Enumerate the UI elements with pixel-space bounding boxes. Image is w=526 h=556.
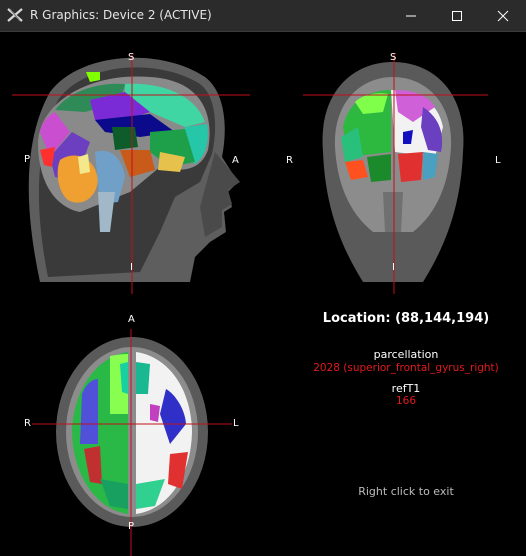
maximize-icon [452,11,462,21]
window-title: R Graphics: Device 2 (ACTIVE) [30,8,212,22]
parcellation-label: parcellation [373,348,439,361]
minimize-button[interactable] [388,0,434,32]
coronal-label-left: L [495,155,501,166]
minimize-icon [406,15,416,17]
coronal-view[interactable] [263,32,526,294]
window-titlebar: R Graphics: Device 2 (ACTIVE) [0,0,526,32]
r-graphics-icon [7,8,23,22]
sagittal-view[interactable] [0,32,263,294]
close-icon [497,10,509,22]
sagittal-label-superior: S [128,52,135,63]
parcellation-value: 2028 (superior_frontal_gyrus_right) [313,362,499,374]
reft1-value: 166 [395,395,417,407]
axial-label-right: R [24,418,31,429]
axial-label-left: L [233,418,239,429]
sagittal-label-anterior: A [232,155,239,166]
coronal-label-right: R [286,155,293,166]
axial-label-anterior: A [128,314,135,325]
graphics-canvas[interactable]: S I P A S I R L A P R L Location: (88,14… [0,32,526,556]
coronal-label-superior: S [390,52,397,63]
axial-view[interactable] [0,294,263,556]
coronal-label-inferior: I [392,262,395,273]
close-button[interactable] [480,0,526,32]
location-readout: Location: (88,144,194) [322,311,490,326]
sagittal-label-posterior: P [24,154,31,165]
exit-hint: Right click to exit [358,485,454,498]
maximize-button[interactable] [434,0,480,32]
axial-label-posterior: P [128,521,135,532]
reft1-label: refT1 [391,382,421,395]
sagittal-label-inferior: I [130,262,133,273]
